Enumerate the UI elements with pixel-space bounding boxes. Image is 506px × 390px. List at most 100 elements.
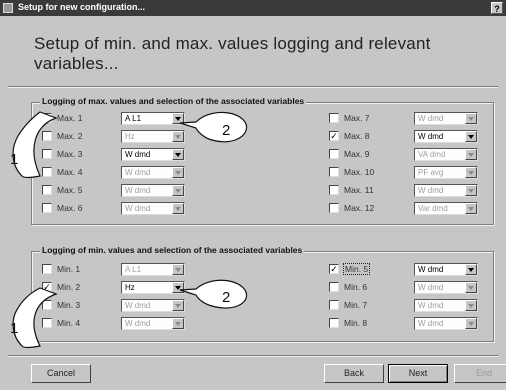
min-row-4: Min. 4 W dmd [42,317,207,330]
min-variable-value-3: W dmd [125,301,151,310]
max-variable-select-3[interactable]: W dmd [121,148,185,161]
callout-one-min-label: 1 [10,320,18,337]
min-variable-select-7[interactable]: W dmd [414,299,478,312]
min-variable-select-6[interactable]: W dmd [414,281,478,294]
help-button[interactable]: ? [491,2,503,14]
max-variable-value-12: Var dmd [418,204,448,213]
max-variable-select-2[interactable]: Hz [121,130,185,143]
max-checkbox-7[interactable] [329,113,339,123]
max-label-10: Max. 10 [344,167,375,177]
min-checkbox-1[interactable] [42,264,52,274]
max-variable-select-9[interactable]: VA dmd [414,148,478,161]
min-variable-value-8: W dmd [418,319,444,328]
min-label-2: Min. 2 [57,282,81,292]
checkmark-icon: ✓ [43,113,51,123]
min-row-5: ✓ Min. 5 W dmd [329,263,494,276]
chevron-down-icon[interactable] [465,131,477,142]
max-variable-select-4[interactable]: W dmd [121,166,185,179]
max-label-11: Max. 11 [344,185,374,195]
max-row-5: Max. 5 W dmd [42,184,207,197]
max-variable-select-1[interactable]: A L1 [121,112,185,125]
min-row-8: Min. 8 W dmd [329,317,494,330]
min-variable-select-3[interactable]: W dmd [121,299,185,312]
chevron-down-icon[interactable] [172,149,184,160]
next-button[interactable]: Next [388,364,448,383]
max-checkbox-5[interactable] [42,185,52,195]
max-checkbox-1[interactable]: ✓ [42,113,52,123]
cancel-button[interactable]: Cancel [31,364,91,383]
title-bar: Setup for new configuration... ? [0,0,506,16]
max-checkbox-10[interactable] [329,167,339,177]
chevron-down-icon[interactable] [172,113,184,124]
end-button[interactable]: End [454,364,506,383]
max-row-3: Max. 3 W dmd [42,148,207,161]
min-variable-select-1[interactable]: A L1 [121,263,185,276]
max-variable-select-7[interactable]: W dmd [414,112,478,125]
max-variable-select-8[interactable]: W dmd [414,130,478,143]
max-label-3: Max. 3 [57,149,83,159]
chevron-down-icon[interactable] [465,318,477,329]
chevron-down-icon[interactable] [172,185,184,196]
chevron-down-icon[interactable] [465,149,477,160]
max-variable-select-12[interactable]: Var dmd [414,202,478,215]
max-label-8: Max. 8 [344,131,370,141]
max-variable-select-10[interactable]: PF avg [414,166,478,179]
max-row-12: Max. 12 Var dmd [329,202,494,215]
max-row-6: Max. 6 W dmd [42,202,207,215]
chevron-down-icon[interactable] [465,203,477,214]
min-variable-select-8[interactable]: W dmd [414,317,478,330]
max-row-7: Max. 7 W dmd [329,112,494,125]
chevron-down-icon[interactable] [465,282,477,293]
min-checkbox-5[interactable]: ✓ [329,264,339,274]
checkmark-icon: ✓ [43,282,51,292]
min-checkbox-8[interactable] [329,318,339,328]
max-variable-select-6[interactable]: W dmd [121,202,185,215]
min-checkbox-3[interactable] [42,300,52,310]
chevron-down-icon[interactable] [172,167,184,178]
chevron-down-icon[interactable] [172,264,184,275]
chevron-down-icon[interactable] [465,185,477,196]
max-checkbox-3[interactable] [42,149,52,159]
max-checkbox-4[interactable] [42,167,52,177]
min-checkbox-4[interactable] [42,318,52,328]
min-variable-select-2[interactable]: Hz [121,281,185,294]
min-label-5: Min. 5 [342,263,371,275]
chevron-down-icon[interactable] [465,264,477,275]
min-variable-value-6: W dmd [418,283,444,292]
min-variable-value-5: W dmd [418,265,444,274]
window-title: Setup for new configuration... [18,2,145,12]
back-button[interactable]: Back [324,364,384,383]
max-label-7: Max. 7 [344,113,370,123]
max-variable-value-7: W dmd [418,114,444,123]
min-checkbox-7[interactable] [329,300,339,310]
chevron-down-icon[interactable] [172,300,184,311]
max-checkbox-6[interactable] [42,203,52,213]
chevron-down-icon[interactable] [465,300,477,311]
max-row-1: ✓ Max. 1 A L1 [42,112,207,125]
min-row-1: Min. 1 A L1 [42,263,207,276]
max-checkbox-2[interactable] [42,131,52,141]
chevron-down-icon[interactable] [172,203,184,214]
max-variable-value-5: W dmd [125,186,151,195]
min-variable-select-4[interactable]: W dmd [121,317,185,330]
max-checkbox-9[interactable] [329,149,339,159]
min-variable-select-5[interactable]: W dmd [414,263,478,276]
max-variable-select-5[interactable]: W dmd [121,184,185,197]
max-variable-select-11[interactable]: W dmd [414,184,478,197]
min-label-6: Min. 6 [344,282,368,292]
chevron-down-icon[interactable] [172,282,184,293]
max-label-2: Max. 2 [57,131,83,141]
max-label-4: Max. 4 [57,167,83,177]
min-checkbox-2[interactable]: ✓ [42,282,52,292]
max-checkbox-11[interactable] [329,185,339,195]
chevron-down-icon[interactable] [172,131,184,142]
max-row-4: Max. 4 W dmd [42,166,207,179]
max-group-legend: Logging of max. values and selection of … [40,96,307,106]
chevron-down-icon[interactable] [465,113,477,124]
min-checkbox-6[interactable] [329,282,339,292]
max-checkbox-8[interactable]: ✓ [329,131,339,141]
chevron-down-icon[interactable] [172,318,184,329]
chevron-down-icon[interactable] [465,167,477,178]
min-label-7: Min. 7 [344,300,368,310]
max-checkbox-12[interactable] [329,203,339,213]
